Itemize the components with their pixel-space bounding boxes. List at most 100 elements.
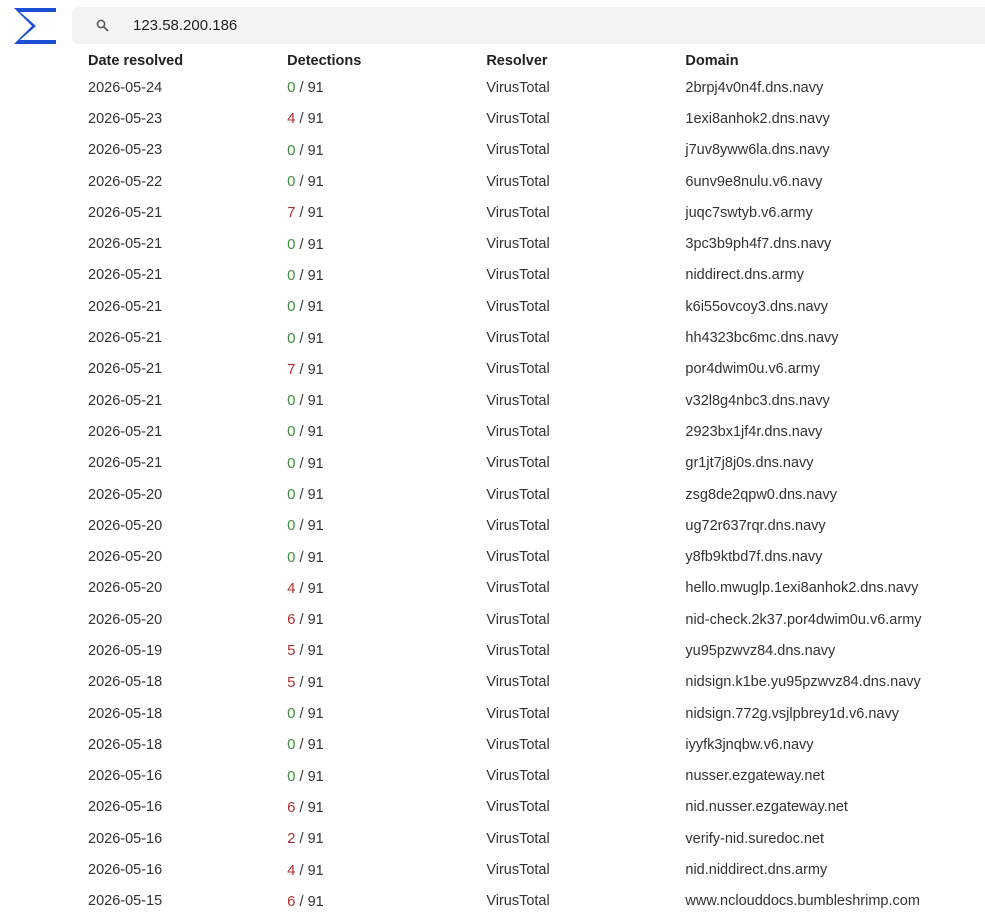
- detections-count: 7: [287, 360, 296, 378]
- detections-cell: 0 / 91: [287, 135, 486, 166]
- table-row[interactable]: 2026-05-16 0 / 91 VirusTotal nusser.ezgatew…: [88, 761, 985, 792]
- table-row[interactable]: 2026-05-16 6 / 91 VirusTotal nid.nusser.ezg…: [88, 792, 985, 823]
- domain-link[interactable]: ug72r637rqr.dns.navy: [685, 510, 985, 541]
- column-header-domain[interactable]: Domain: [685, 53, 985, 72]
- domain-link[interactable]: j7uv8yww6la.dns.navy: [685, 135, 985, 166]
- detections-count: 2: [287, 830, 296, 848]
- table-row[interactable]: 2026-05-21 0 / 91 VirusTotal niddirect.dns.…: [88, 260, 985, 291]
- table-row[interactable]: 2026-05-19 5 / 91 VirusTotal yu95pzwvz84.dn…: [88, 635, 985, 666]
- table-row[interactable]: 2026-05-20 4 / 91 VirusTotal hello.mwuglp.1…: [88, 573, 985, 604]
- resolver-cell: VirusTotal: [486, 642, 550, 659]
- detections-count: 7: [287, 204, 296, 222]
- detections-cell: 0 / 91: [287, 448, 486, 479]
- table-row[interactable]: 2026-05-21 7 / 91 VirusTotal por4dwim0u.v6.…: [88, 354, 985, 385]
- detections-total: / 91: [299, 768, 324, 785]
- date-resolved-cell: 2026-05-21: [88, 423, 163, 440]
- resolver-cell: VirusTotal: [486, 267, 550, 284]
- resolver-cell: VirusTotal: [486, 455, 550, 472]
- table-row[interactable]: 2026-05-20 0 / 91 VirusTotal zsg8de2qpw0.dn…: [88, 479, 985, 510]
- resolver-cell: VirusTotal: [486, 110, 550, 127]
- domain-link[interactable]: yu95pzwvz84.dns.navy: [685, 635, 985, 666]
- detections-count: 6: [287, 892, 296, 910]
- table-row[interactable]: 2026-05-24 0 / 91 VirusTotal 2brpj4v0n4f.dn…: [88, 72, 985, 103]
- search-bar[interactable]: [72, 7, 985, 44]
- column-header-resolver[interactable]: Resolver: [486, 53, 685, 72]
- detections-total: / 91: [299, 299, 324, 316]
- detections-count: 0: [287, 173, 296, 191]
- domain-link[interactable]: y8fb9ktbd7f.dns.navy: [685, 541, 985, 572]
- table-row[interactable]: 2026-05-21 0 / 91 VirusTotal 2923bx1jf4r.dn…: [88, 416, 985, 447]
- domain-link[interactable]: zsg8de2qpw0.dns.navy: [685, 479, 985, 510]
- detections-total: / 91: [299, 706, 324, 723]
- resolver-cell: VirusTotal: [486, 204, 550, 221]
- table-row[interactable]: 2026-05-21 0 / 91 VirusTotal 3pc3b9ph4f7.dn…: [88, 228, 985, 259]
- detections-count: 5: [287, 642, 296, 660]
- table-row[interactable]: 2026-05-16 4 / 91 VirusTotal nid.niddirect.…: [88, 854, 985, 885]
- table-row[interactable]: 2026-05-22 0 / 91 VirusTotal 6unv9e8nulu.v6…: [88, 166, 985, 197]
- detections-cell: 0 / 91: [287, 72, 486, 103]
- detections-count: 0: [287, 79, 296, 97]
- detections-count: 4: [287, 110, 296, 128]
- domain-link[interactable]: juqc7swtyb.v6.army: [685, 197, 985, 228]
- column-header-detections[interactable]: Detections: [287, 53, 486, 72]
- table-row[interactable]: 2026-05-20 0 / 91 VirusTotal ug72r637rqr.dn…: [88, 510, 985, 541]
- detections-total: / 91: [299, 643, 324, 660]
- detections-cell: 0 / 91: [287, 729, 486, 760]
- table-row[interactable]: 2026-05-21 0 / 91 VirusTotal k6i55ovcoy3.dn…: [88, 291, 985, 322]
- detections-cell: 0 / 91: [287, 385, 486, 416]
- table-row[interactable]: 2026-05-18 0 / 91 VirusTotal iyyfk3jnqbw.v6…: [88, 729, 985, 760]
- table-row[interactable]: 2026-05-15 6 / 91 VirusTotal www.nclouddocs…: [88, 886, 985, 917]
- table-row[interactable]: 2026-05-21 0 / 91 VirusTotal v32l8g4nbc3.dn…: [88, 385, 985, 416]
- detections-total: / 91: [299, 205, 324, 222]
- table-row[interactable]: 2026-05-21 0 / 91 VirusTotal hh4323bc6mc.dn…: [88, 322, 985, 353]
- detections-count: 0: [287, 454, 296, 472]
- table-row[interactable]: 2026-05-20 6 / 91 VirusTotal nid-check.2k37…: [88, 604, 985, 635]
- domain-link[interactable]: gr1jt7j8j0s.dns.navy: [685, 448, 985, 479]
- date-resolved-cell: 2026-05-18: [88, 736, 163, 753]
- table-row[interactable]: 2026-05-18 0 / 91 VirusTotal nidsign.772g.v…: [88, 698, 985, 729]
- domain-link[interactable]: v32l8g4nbc3.dns.navy: [685, 385, 985, 416]
- domain-link[interactable]: nid-check.2k37.por4dwim0u.v6.army: [685, 604, 985, 635]
- table-row[interactable]: 2026-05-21 0 / 91 VirusTotal gr1jt7j8j0s.dn…: [88, 448, 985, 479]
- table-row[interactable]: 2026-05-23 4 / 91 VirusTotal 1exi8anhok2.dn…: [88, 103, 985, 134]
- domain-link[interactable]: 3pc3b9ph4f7.dns.navy: [685, 228, 985, 259]
- domain-link[interactable]: iyyfk3jnqbw.v6.navy: [685, 729, 985, 760]
- domain-link[interactable]: verify-nid.suredoc.net: [685, 823, 985, 854]
- date-resolved-cell: 2026-05-21: [88, 204, 163, 221]
- sigma-logo-icon[interactable]: [10, 4, 60, 48]
- detections-count: 4: [287, 579, 296, 597]
- domain-link[interactable]: www.nclouddocs.bumbleshrimp.com: [685, 886, 985, 917]
- detections-count: 0: [287, 517, 296, 535]
- domain-link[interactable]: hh4323bc6mc.dns.navy: [685, 322, 985, 353]
- domain-link[interactable]: hello.mwuglp.1exi8anhok2.dns.navy: [685, 573, 985, 604]
- table-row[interactable]: 2026-05-16 2 / 91 VirusTotal verify-nid.sur…: [88, 823, 985, 854]
- domain-link[interactable]: 1exi8anhok2.dns.navy: [685, 103, 985, 134]
- domain-link[interactable]: 6unv9e8nulu.v6.navy: [685, 166, 985, 197]
- domain-link[interactable]: nid.nusser.ezgateway.net: [685, 792, 985, 823]
- domain-link[interactable]: 2923bx1jf4r.dns.navy: [685, 416, 985, 447]
- domain-link[interactable]: nid.niddirect.dns.army: [685, 854, 985, 885]
- table-row[interactable]: 2026-05-18 5 / 91 VirusTotal nidsign.k1be.y…: [88, 667, 985, 698]
- domain-link[interactable]: k6i55ovcoy3.dns.navy: [685, 291, 985, 322]
- detections-cell: 6 / 91: [287, 886, 486, 917]
- column-header-date[interactable]: Date resolved: [88, 53, 287, 72]
- date-resolved-cell: 2026-05-20: [88, 486, 163, 503]
- resolver-cell: VirusTotal: [486, 736, 550, 753]
- detections-total: / 91: [299, 799, 324, 816]
- table-row[interactable]: 2026-05-21 7 / 91 VirusTotal juqc7swtyb.v6.…: [88, 197, 985, 228]
- domain-link[interactable]: nidsign.k1be.yu95pzwvz84.dns.navy: [685, 667, 985, 698]
- domain-link[interactable]: niddirect.dns.army: [685, 260, 985, 291]
- search-input[interactable]: [133, 17, 833, 34]
- domain-link[interactable]: por4dwim0u.v6.army: [685, 354, 985, 385]
- domain-link[interactable]: nidsign.772g.vsjlpbrey1d.v6.navy: [685, 698, 985, 729]
- domain-link[interactable]: 2brpj4v0n4f.dns.navy: [685, 72, 985, 103]
- resolver-cell: VirusTotal: [486, 674, 550, 691]
- table-row[interactable]: 2026-05-23 0 / 91 VirusTotal j7uv8yww6la.dn…: [88, 135, 985, 166]
- detections-count: 0: [287, 705, 296, 723]
- detections-cell: 0 / 91: [287, 416, 486, 447]
- detections-total: / 91: [299, 330, 324, 347]
- table-row[interactable]: 2026-05-20 0 / 91 VirusTotal y8fb9ktbd7f.dn…: [88, 541, 985, 572]
- date-resolved-cell: 2026-05-21: [88, 236, 163, 253]
- resolver-cell: VirusTotal: [486, 517, 550, 534]
- domain-link[interactable]: nusser.ezgateway.net: [685, 761, 985, 792]
